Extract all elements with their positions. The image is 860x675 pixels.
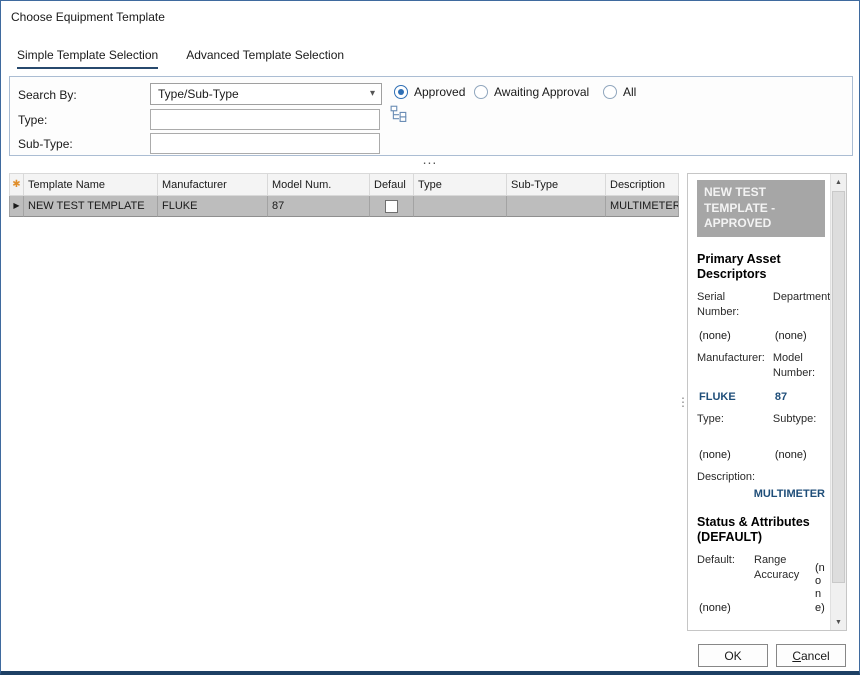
default-value: (none)	[697, 601, 749, 615]
row-indicator-icon: ▶	[13, 201, 19, 210]
type-detail-label: Type:	[697, 412, 765, 427]
tab-advanced-template-selection[interactable]: Advanced Template Selection	[186, 48, 344, 69]
scroll-up-icon[interactable]: ▲	[831, 174, 846, 190]
radio-approved-circle	[394, 85, 408, 99]
cell-manufacturer: FLUKE	[158, 196, 268, 217]
description-label: Description:	[697, 470, 825, 485]
template-grid: ✱ Template Name Manufacturer Model Num. …	[9, 173, 679, 631]
ok-button[interactable]: OK	[698, 644, 768, 667]
primary-descriptors-fields: Serial Number: (none) Department: (none)…	[697, 290, 825, 462]
details-panel: NEW TEST TEMPLATE - APPROVED Primary Ass…	[687, 173, 847, 631]
grid-header-row: ✱ Template Name Manufacturer Model Num. …	[9, 173, 679, 196]
subtype-input[interactable]	[150, 133, 380, 154]
column-header-template-name[interactable]: Template Name	[24, 173, 158, 196]
scrollbar-thumb[interactable]	[832, 191, 845, 583]
search-by-dropdown[interactable]: Type/Sub-Type ▾	[150, 83, 382, 105]
model-number-value: 87	[773, 390, 830, 404]
radio-all-label: All	[623, 85, 636, 99]
serial-number-value: (none)	[697, 329, 765, 343]
model-number-field: Model Number: 87	[773, 351, 830, 404]
search-by-value: Type/Sub-Type	[158, 87, 239, 101]
range-accuracy-field: Range Accuracy	[754, 553, 810, 615]
range-accuracy-value-field: (none)	[815, 553, 827, 615]
cell-description: MULTIMETER	[606, 196, 679, 217]
radio-awaiting-approval-circle	[474, 85, 488, 99]
tab-simple-template-selection[interactable]: Simple Template Selection	[17, 48, 158, 69]
type-label: Type:	[18, 113, 47, 127]
description-field: Description: MULTIMETER	[697, 470, 825, 500]
hierarchy-icon[interactable]	[390, 104, 410, 124]
cancel-button-mnemonic: C	[792, 649, 801, 663]
radio-awaiting-approval-label: Awaiting Approval	[494, 85, 589, 99]
description-value: MULTIMETER	[697, 488, 825, 500]
subtype-detail-value: (none)	[773, 448, 830, 462]
horizontal-splitter[interactable]: ...	[1, 155, 859, 167]
row-indicator-cell: ▶	[9, 196, 24, 217]
department-value: (none)	[773, 329, 830, 343]
subtype-label: Sub-Type:	[18, 137, 73, 151]
grid-corner-cell: ✱	[9, 173, 24, 196]
manufacturer-field: Manufacturer: FLUKE	[697, 351, 765, 404]
search-by-label: Search By:	[18, 88, 77, 102]
type-field: Type: (none)	[697, 412, 765, 462]
dialog-title: Choose Equipment Template	[11, 10, 165, 24]
status-attributes-heading: Status & Attributes (DEFAULT)	[697, 515, 825, 546]
radio-awaiting-approval[interactable]: Awaiting Approval	[474, 85, 589, 99]
column-header-sub-type[interactable]: Sub-Type	[507, 173, 606, 196]
serial-number-field: Serial Number: (none)	[697, 290, 765, 343]
serial-number-label: Serial Number:	[697, 290, 765, 320]
subtype-detail-label: Subtype:	[773, 412, 830, 427]
model-number-label: Model Number:	[773, 351, 830, 381]
vertical-splitter[interactable]: ⋮	[679, 173, 687, 631]
cell-default	[370, 196, 414, 217]
table-row[interactable]: ▶ NEW TEST TEMPLATE FLUKE 87 MULTIMETER	[9, 196, 679, 217]
primary-descriptors-heading: Primary Asset Descriptors	[697, 252, 825, 283]
cell-sub-type	[507, 196, 606, 217]
radio-all[interactable]: All	[603, 85, 636, 99]
titlebar: Choose Equipment Template	[1, 1, 859, 31]
status-attributes-fields: Default: (none) Range Accuracy (none)	[697, 553, 825, 615]
type-detail-value: (none)	[697, 448, 765, 462]
cancel-button-rest: ancel	[801, 649, 830, 663]
cancel-button[interactable]: Cancel	[776, 644, 846, 667]
cell-type	[414, 196, 507, 217]
column-header-type[interactable]: Type	[414, 173, 507, 196]
scroll-down-icon[interactable]: ▼	[831, 614, 846, 630]
search-panel: Search By: Type/Sub-Type ▾ Approved Awai…	[9, 76, 853, 156]
selected-template-header: NEW TEST TEMPLATE - APPROVED	[697, 180, 825, 237]
default-checkbox[interactable]	[385, 200, 398, 213]
manufacturer-value: FLUKE	[697, 390, 765, 404]
default-field: Default: (none)	[697, 553, 749, 615]
column-header-manufacturer[interactable]: Manufacturer	[158, 173, 268, 196]
tab-strip: Simple Template Selection Advanced Templ…	[17, 48, 344, 69]
cell-template-name: NEW TEST TEMPLATE	[24, 196, 158, 217]
details-content: NEW TEST TEMPLATE - APPROVED Primary Ass…	[688, 174, 830, 630]
chevron-down-icon: ▾	[370, 88, 375, 99]
column-header-model-num[interactable]: Model Num.	[268, 173, 370, 196]
column-header-description[interactable]: Description	[606, 173, 679, 196]
radio-approved[interactable]: Approved	[394, 85, 465, 99]
radio-all-circle	[603, 85, 617, 99]
cell-model-num: 87	[268, 196, 370, 217]
department-label: Department:	[773, 290, 830, 305]
type-input[interactable]	[150, 109, 380, 130]
radio-approved-label: Approved	[414, 85, 465, 99]
choose-equipment-template-dialog: Choose Equipment Template Simple Templat…	[0, 0, 860, 675]
default-label: Default:	[697, 553, 749, 568]
manufacturer-label: Manufacturer:	[697, 351, 765, 366]
range-accuracy-label: Range Accuracy	[754, 553, 810, 583]
details-scrollbar[interactable]: ▲ ▼	[830, 174, 846, 630]
range-accuracy-value: (none)	[815, 562, 827, 615]
subtype-field: Subtype: (none)	[773, 412, 830, 462]
department-field: Department: (none)	[773, 290, 830, 343]
new-row-star-icon: ✱	[12, 179, 20, 190]
column-header-default[interactable]: Defaul	[370, 173, 414, 196]
